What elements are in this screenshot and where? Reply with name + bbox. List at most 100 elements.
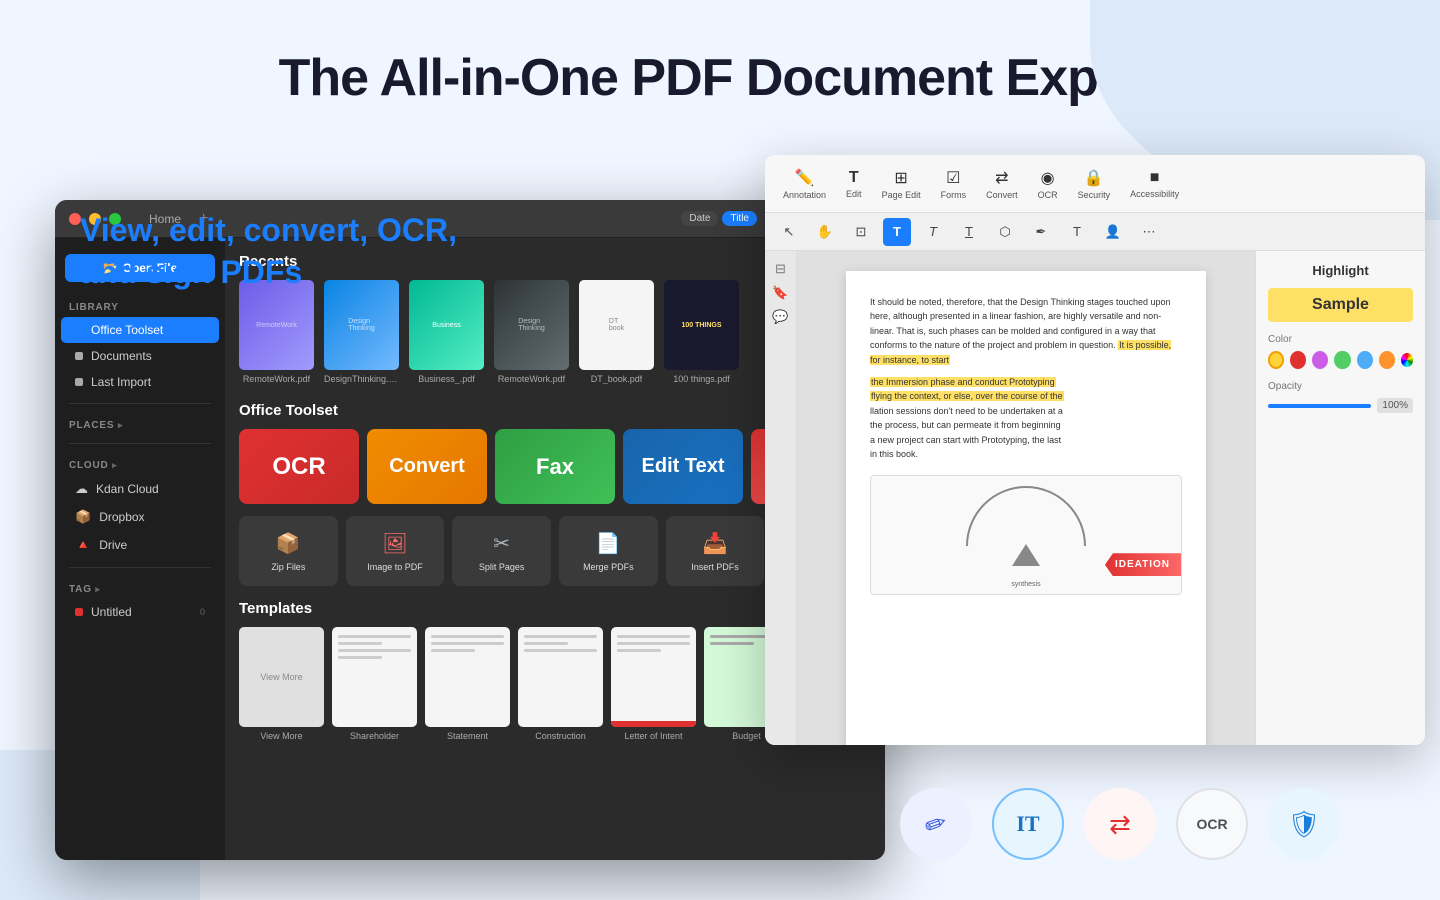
template-thumb (332, 627, 417, 727)
cursor-tool[interactable]: ↖ (775, 218, 803, 246)
color-label: Color (1268, 334, 1413, 345)
pdf-diagram: synthesis IDEATION (870, 475, 1182, 595)
text-tool-2[interactable]: T (919, 218, 947, 246)
list-item[interactable]: DTbook DT_book.pdf (579, 280, 654, 384)
feature-icons-row: ✏ IT ⇄ OCR 🛡 (900, 788, 1340, 860)
file-name: DT_book.pdf (591, 374, 643, 384)
pdf-page-viewer[interactable]: It should be noted, therefore, that the … (797, 251, 1255, 745)
pdf-viewer-window: ✏️ Annotation T Edit ⊞ Page Edit ☑ Forms… (765, 155, 1425, 745)
pill-date[interactable]: Date (681, 211, 718, 226)
tool-card-split[interactable]: ✂ Split Pages (452, 516, 551, 586)
zip-icon: 📦 (276, 531, 301, 556)
list-item[interactable]: Construction (518, 627, 603, 741)
thumbnail: DTbook (579, 280, 654, 370)
template-thumb (425, 627, 510, 727)
convert-icon: ⇄ (995, 168, 1008, 188)
pen-tool[interactable]: ✒ (1027, 218, 1055, 246)
list-item[interactable]: DesignThinking DesignThinking.pdf (324, 280, 399, 384)
toolset-card-convert[interactable]: Convert (367, 429, 487, 504)
thumbnail-view-icon[interactable]: ⊟ (775, 261, 786, 277)
thumbnail: RemoteWork (239, 280, 314, 370)
file-name: DesignThinking.pdf (324, 374, 399, 384)
toolbar-forms[interactable]: ☑ Forms (933, 164, 975, 204)
template-thumb (518, 627, 603, 727)
panel-title: Highlight (1268, 263, 1413, 278)
pill-title[interactable]: Title (722, 211, 757, 226)
tool-card-insert[interactable]: 📥 Insert PDFs (666, 516, 765, 586)
list-item[interactable]: DesignThinking RemoteWork.pdf (494, 280, 569, 384)
toolset-title: Office Toolset (239, 402, 338, 419)
edittext-feature-icon: IT (992, 788, 1064, 860)
list-item[interactable]: RemoteWork RemoteWork.pdf (239, 280, 314, 384)
sidebar-item-dropbox[interactable]: 📦 Dropbox (61, 503, 219, 531)
shield-feature-icon: 🛡 (1268, 788, 1340, 860)
security-icon: 🔒 (1084, 168, 1104, 188)
text-underline-tool[interactable]: T (955, 218, 983, 246)
marquee-tool[interactable]: ⊡ (847, 218, 875, 246)
toolbar-page-edit[interactable]: ⊞ Page Edit (874, 164, 929, 204)
shape-tool[interactable]: ⬡ (991, 218, 1019, 246)
thumbnail: 100 THINGS (664, 280, 739, 370)
pdf-text-block: It should be noted, therefore, that the … (870, 295, 1182, 367)
toolset-card-edittext[interactable]: Edit Text (623, 429, 743, 504)
toolbar-convert[interactable]: ⇄ Convert (978, 164, 1026, 204)
toolset-card-fax[interactable]: Fax (495, 429, 615, 504)
color-green[interactable] (1334, 351, 1350, 369)
diagram-arc (966, 486, 1086, 546)
opacity-label: Opacity (1268, 381, 1413, 392)
forms-icon: ☑ (946, 168, 960, 188)
diagram-top-arrow (1012, 544, 1040, 566)
hand-tool[interactable]: ✋ (811, 218, 839, 246)
toolset-card-ocr[interactable]: OCR (239, 429, 359, 504)
tagline-block: View, edit, convert, OCR,and sign PDFs (80, 210, 457, 293)
sidebar-item-office-toolset[interactable]: Office Toolset (61, 317, 219, 343)
color-orange[interactable] (1379, 351, 1395, 369)
more-tool[interactable]: ⋯ (1135, 218, 1163, 246)
color-blue[interactable] (1357, 351, 1373, 369)
tool-card-image-to-pdf[interactable]: 🖼 Image to PDF (346, 516, 445, 586)
convert-feature-icon: ⇄ (1084, 788, 1156, 860)
color-wheel[interactable] (1401, 353, 1413, 367)
file-name: Business_.pdf (418, 374, 475, 384)
tool-card-merge[interactable]: 📄 Merge PDFs (559, 516, 658, 586)
template-thumb: View More (239, 627, 324, 727)
list-item[interactable]: Letter of Intent (611, 627, 696, 741)
mac-app-window: Home + Date Title 📂 Open File LIBRARY (55, 200, 885, 860)
color-red[interactable] (1290, 351, 1306, 369)
list-item[interactable]: Business Business_.pdf (409, 280, 484, 384)
merge-icon: 📄 (596, 531, 621, 556)
opacity-slider[interactable] (1268, 404, 1371, 408)
sidebar-item-documents[interactable]: Documents (61, 343, 219, 369)
text-box-tool[interactable]: T (1063, 218, 1091, 246)
divider (69, 567, 211, 568)
toolbar-security[interactable]: 🔒 Security (1070, 164, 1119, 204)
list-item[interactable]: Statement (425, 627, 510, 741)
divider (69, 443, 211, 444)
tool-card-zip[interactable]: 📦 Zip Files (239, 516, 338, 586)
toolbar-annotation[interactable]: ✏️ Annotation (775, 164, 834, 204)
sidebar-item-drive[interactable]: 🔺 Drive (61, 531, 219, 559)
color-yellow[interactable] (1268, 351, 1284, 369)
insert-icon: 📥 (703, 531, 728, 556)
stamp-tool[interactable]: 👤 (1099, 218, 1127, 246)
comment-icon[interactable]: 💬 (772, 309, 788, 325)
sidebar-item-kdan-cloud[interactable]: ☁ Kdan Cloud (61, 475, 219, 503)
color-purple[interactable] (1312, 351, 1328, 369)
bookmark-icon[interactable]: 🔖 (772, 285, 788, 301)
thumbnail: DesignThinking (324, 280, 399, 370)
split-icon: ✂ (493, 531, 510, 556)
item-dot (75, 352, 83, 360)
toolbar-edit[interactable]: T Edit (838, 165, 870, 203)
list-item[interactable]: View More View More (239, 627, 324, 741)
toolbar-ocr[interactable]: ◉ OCR (1030, 164, 1066, 204)
list-item[interactable]: 100 THINGS 100 things.pdf (664, 280, 739, 384)
sidebar-item-untitled[interactable]: Untitled 0 (61, 599, 219, 625)
sidebar-item-last-import[interactable]: Last Import (61, 369, 219, 395)
tag-dot (75, 608, 83, 616)
tool-label: Split Pages (479, 562, 525, 572)
toolbar-accessibility[interactable]: ■ Accessibility (1122, 165, 1187, 203)
text-highlight-tool[interactable]: T (883, 218, 911, 246)
list-item[interactable]: Shareholder (332, 627, 417, 741)
item-dot (75, 378, 83, 386)
ocr-feature-icon: OCR (1176, 788, 1248, 860)
